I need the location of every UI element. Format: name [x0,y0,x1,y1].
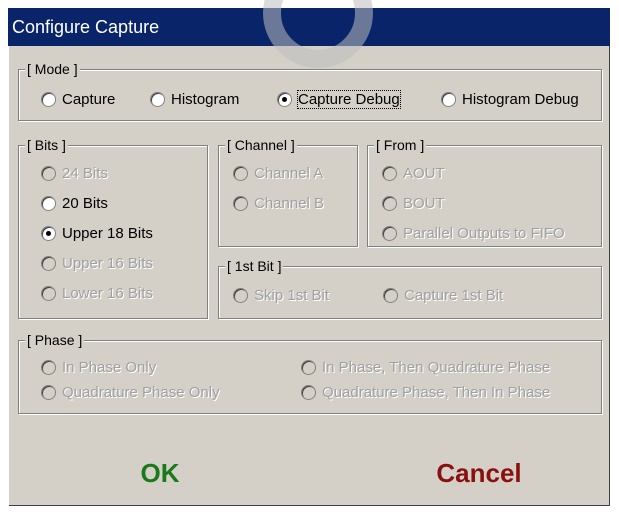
radio-icon [41,385,56,400]
radio-label: Upper 18 Bits [62,225,153,242]
mode-capture-debug-radio[interactable]: Capture Debug [277,90,401,109]
bits-20-radio[interactable]: 20 Bits [41,195,108,212]
mode-legend: [ Mode ] [25,61,80,77]
radio-selected-icon [277,92,292,107]
radio-icon [41,92,56,107]
radio-icon [41,360,56,375]
from-legend: [ From ] [374,137,427,153]
radio-icon [41,166,56,181]
radio-icon [233,196,248,211]
radio-label: Quadrature Phase, Then In Phase [322,384,551,401]
bits-group: [ Bits ] 24 Bits 20 Bits Upper 18 Bits U… [18,137,208,319]
channel-group: [ Channel ] Channel A Channel B [218,137,358,247]
radio-label: Channel B [254,195,325,212]
cancel-button[interactable]: Cancel [379,458,579,489]
skip-first-bit-radio[interactable]: Skip 1st Bit [233,287,329,304]
bits-24-radio[interactable]: 24 Bits [41,165,108,182]
radio-icon [382,166,397,181]
radio-label: Histogram [171,91,240,108]
radio-label: Capture [62,91,116,108]
radio-label: Capture 1st Bit [404,287,504,304]
channel-b-radio[interactable]: Channel B [233,195,324,212]
from-group: [ From ] AOUT BOUT Parallel Outputs to F… [367,137,602,247]
phase-quadrature-then-in-radio[interactable]: Quadrature Phase, Then In Phase [301,384,550,401]
radio-label: Parallel Outputs to FIFO [403,225,565,242]
phase-in-then-quadrature-radio[interactable]: In Phase, Then Quadrature Phase [301,359,550,376]
radio-icon [41,196,56,211]
mode-group: [ Mode ] Capture Histogram Capture Debug… [18,61,602,121]
configure-capture-dialog: Configure Capture [ Mode ] Capture Histo… [8,0,610,506]
radio-icon [383,288,398,303]
radio-icon [233,288,248,303]
bits-legend: [ Bits ] [25,137,68,153]
dialog-title: Configure Capture [8,8,610,46]
phase-quadrature-only-radio[interactable]: Quadrature Phase Only [41,384,220,401]
radio-icon [441,92,456,107]
radio-label: Skip 1st Bit [254,287,330,304]
mode-histogram-debug-radio[interactable]: Histogram Debug [441,91,579,108]
radio-label: 24 Bits [62,165,108,182]
radio-icon [301,360,316,375]
radio-icon [41,286,56,301]
first-bit-legend: [ 1st Bit ] [225,258,284,274]
mode-capture-radio[interactable]: Capture [41,91,115,108]
radio-selected-icon [41,226,56,241]
radio-label: Capture Debug [297,90,401,109]
channel-a-radio[interactable]: Channel A [233,165,323,182]
radio-label: Lower 16 Bits [62,285,153,302]
capture-first-bit-radio[interactable]: Capture 1st Bit [383,287,503,304]
radio-label: Histogram Debug [462,91,579,108]
ok-button[interactable]: OK [60,458,260,489]
radio-icon [233,166,248,181]
radio-icon [382,196,397,211]
mode-histogram-radio[interactable]: Histogram [150,91,239,108]
radio-label: In Phase Only [62,359,157,376]
channel-legend: [ Channel ] [225,137,297,153]
first-bit-group: [ 1st Bit ] Skip 1st Bit Capture 1st Bit [218,258,602,319]
radio-icon [301,385,316,400]
phase-legend: [ Phase ] [25,332,85,348]
phase-group: [ Phase ] In Phase Only In Phase, Then Q… [18,332,602,414]
radio-label: AOUT [403,165,445,182]
from-aout-radio[interactable]: AOUT [382,165,445,182]
bits-lower-16-radio[interactable]: Lower 16 Bits [41,285,153,302]
from-bout-radio[interactable]: BOUT [382,195,445,212]
radio-label: BOUT [403,195,445,212]
bits-upper-18-radio[interactable]: Upper 18 Bits [41,225,153,242]
radio-icon [382,226,397,241]
radio-label: Upper 16 Bits [62,255,153,272]
radio-icon [150,92,165,107]
radio-label: Channel A [254,165,324,182]
radio-label: 20 Bits [62,195,108,212]
radio-icon [41,256,56,271]
from-parallel-fifo-radio[interactable]: Parallel Outputs to FIFO [382,225,565,242]
radio-label: In Phase, Then Quadrature Phase [322,359,551,376]
bits-upper-16-radio[interactable]: Upper 16 Bits [41,255,153,272]
phase-in-phase-only-radio[interactable]: In Phase Only [41,359,156,376]
radio-label: Quadrature Phase Only [62,384,220,401]
